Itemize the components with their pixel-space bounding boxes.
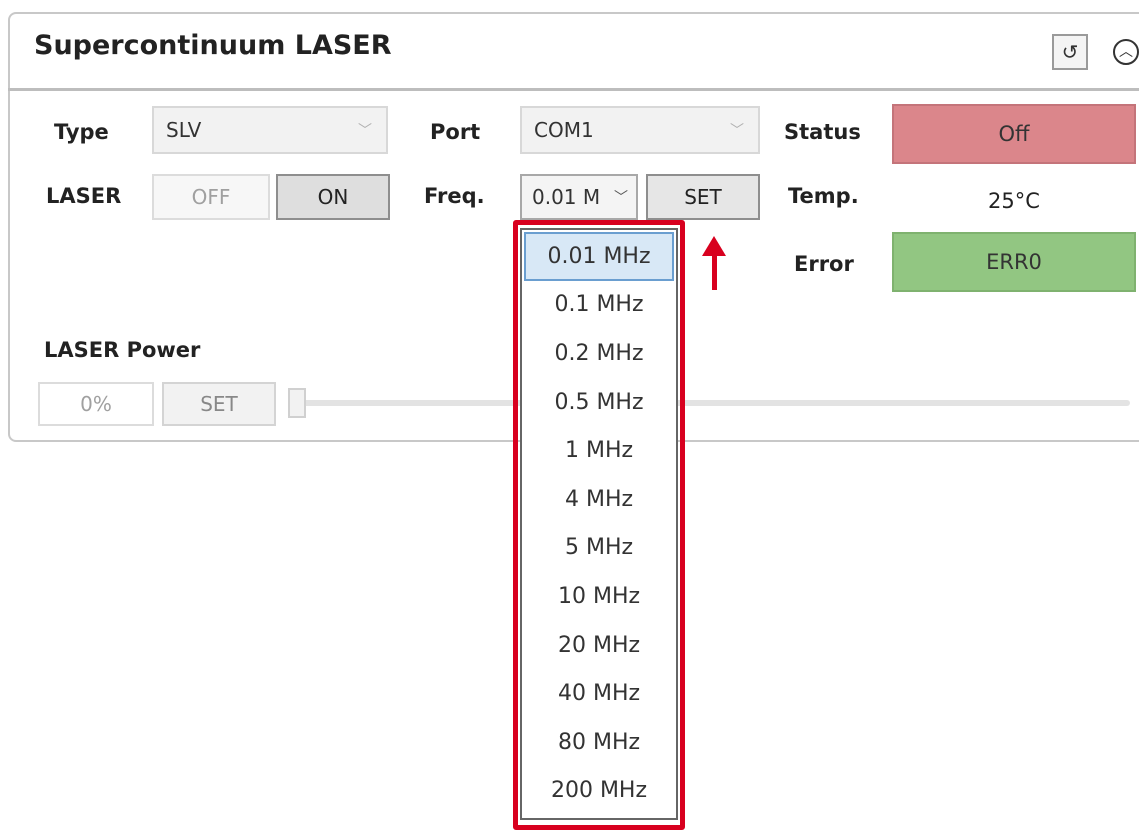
annotation-arrow-shaft — [712, 252, 717, 290]
freq-option[interactable]: 0.2 MHz — [522, 329, 676, 378]
power-label: LASER Power — [44, 338, 201, 362]
freq-option[interactable]: 4 MHz — [522, 475, 676, 524]
type-select[interactable]: SLV ﹀ — [152, 106, 388, 154]
port-select[interactable]: COM1 ﹀ — [520, 106, 760, 154]
power-slider-thumb[interactable] — [288, 388, 306, 418]
type-value: SLV — [166, 118, 202, 142]
freq-option[interactable]: 80 MHz — [522, 718, 676, 767]
chevron-down-icon: ﹀ — [358, 123, 372, 139]
power-input[interactable]: 0% — [38, 382, 154, 426]
freq-option[interactable]: 0.01 MHz — [524, 232, 674, 281]
freq-option[interactable]: 20 MHz — [522, 621, 676, 670]
freq-option[interactable]: 10 MHz — [522, 572, 676, 621]
error-badge: ERR0 — [892, 232, 1136, 292]
freq-label: Freq. — [424, 184, 485, 208]
panel-title: Supercontinuum LASER — [34, 30, 392, 61]
temp-label: Temp. — [788, 184, 859, 208]
freq-value: 0.01 M — [532, 185, 601, 209]
status-label: Status — [784, 120, 861, 144]
error-label: Error — [794, 252, 854, 276]
freq-option[interactable]: 40 MHz — [522, 669, 676, 718]
reset-icon: ↺ — [1061, 40, 1079, 64]
power-slider-track[interactable] — [290, 400, 1130, 406]
freq-option[interactable]: 200 MHz — [522, 767, 676, 816]
freq-option[interactable]: 1 MHz — [522, 426, 676, 475]
title-divider — [8, 88, 1139, 91]
laser-label: LASER — [46, 184, 122, 208]
freq-option[interactable]: 0.5 MHz — [522, 378, 676, 427]
collapse-button[interactable]: ︿ — [1110, 34, 1139, 70]
chevron-down-icon: ﹀ — [614, 190, 628, 206]
laser-on-button[interactable]: ON — [276, 174, 390, 220]
type-label: Type — [54, 120, 109, 144]
freq-option[interactable]: 0.1 MHz — [522, 281, 676, 330]
freq-set-button[interactable]: SET — [646, 174, 760, 220]
freq-option[interactable]: 5 MHz — [522, 524, 676, 573]
chevron-up-icon: ︿ — [1113, 39, 1139, 65]
freq-select[interactable]: 0.01 M ﹀ — [520, 174, 638, 220]
temp-value: 25°C — [988, 189, 1040, 213]
reset-button[interactable]: ↺ — [1052, 34, 1088, 70]
freq-dropdown-list: 0.01 MHz 0.1 MHz 0.2 MHz 0.5 MHz 1 MHz 4… — [520, 228, 678, 820]
port-value: COM1 — [534, 118, 594, 142]
chevron-down-icon: ﹀ — [730, 123, 744, 139]
power-set-button[interactable]: SET — [162, 382, 276, 426]
laser-off-button[interactable]: OFF — [152, 174, 270, 220]
status-badge: Off — [892, 104, 1136, 164]
port-label: Port — [430, 120, 481, 144]
